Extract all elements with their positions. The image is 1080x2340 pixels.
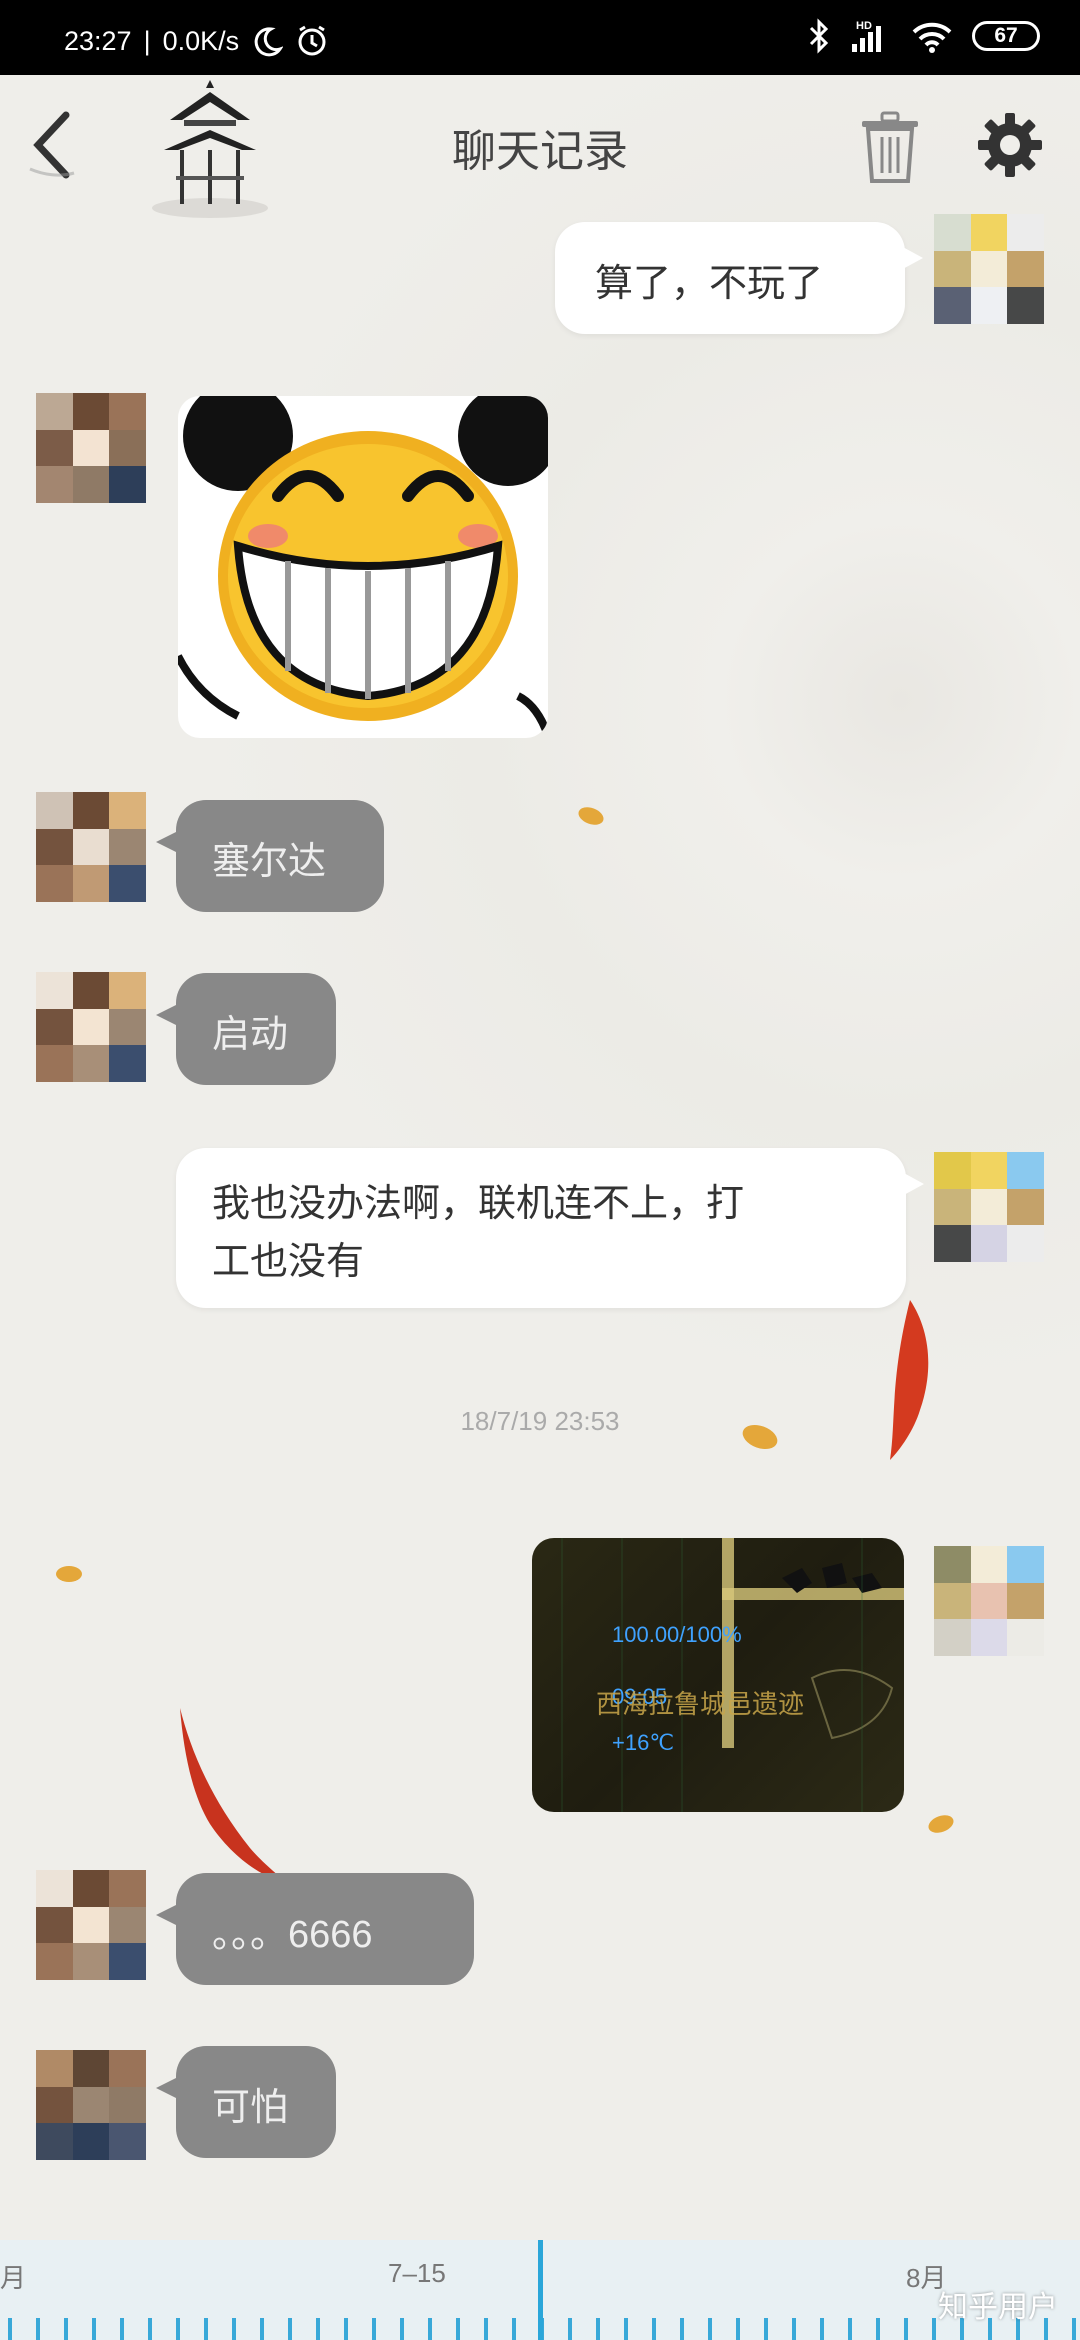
message-bubble-received[interactable]: 启动 [156,973,336,1085]
battery-indicator: 67 [972,21,1040,51]
status-left: 23:27 | 0.0K/s [64,24,329,58]
avatar-contact[interactable] [36,393,146,503]
timeline-tick [36,2318,40,2340]
timeline-tick [680,2318,684,2340]
avatar-contact[interactable] [36,972,146,1082]
game-overlay-text: 西海拉鲁城邑遗迹 [596,1690,805,1720]
timeline-tick [876,2318,880,2340]
avatar-self[interactable] [934,214,1044,324]
avatar-contact[interactable] [36,2050,146,2160]
message-text-line: 我也没办法啊，联机连不上，打 [212,1181,745,1225]
timeline-tick [120,2318,124,2340]
timeline-tick [400,2318,404,2340]
sticker-image[interactable] [178,396,548,738]
timeline-tick [932,2318,936,2340]
game-overlay-text: 100.00/100% [612,1622,742,1647]
message-bubble-received[interactable]: 塞尔达 [156,800,384,912]
message-bubble-sent[interactable]: 算了，不玩了 [555,222,923,334]
network-speed: 0.0K/s [162,25,240,56]
message-bubble-sent[interactable]: 我也没办法啊，联机连不上，打 工也没有 [176,1148,924,1308]
moon-icon [254,27,284,57]
game-screenshot-image[interactable]: 100.00/100% 09:05 西海拉鲁城邑遗迹 +16℃ [532,1538,904,1812]
avatar-self[interactable] [934,1152,1044,1262]
timeline-tick [344,2318,348,2340]
timeline-tick [652,2318,656,2340]
trash-icon [862,111,918,183]
timeline-tick [764,2318,768,2340]
timeline-tick [596,2318,600,2340]
status-bar: 23:27 | 0.0K/s HD 67 [0,0,1080,75]
timeline-tick [568,2318,572,2340]
leaf-decoration [56,1566,82,1582]
avatar-contact[interactable] [36,792,146,902]
avatar-contact[interactable] [36,1870,146,1980]
timeline-scrubber[interactable]: 月 7–15 8月 [0,2240,1080,2340]
timeline-tick [428,2318,432,2340]
timeline-tick [456,2318,460,2340]
settings-button[interactable] [976,111,1044,179]
timeline-label: 7–15 [388,2258,446,2288]
message-bubble-received[interactable]: 可怕 [156,2046,336,2158]
avatar-self[interactable] [934,1546,1044,1656]
game-map-graphic [561,1538,904,1812]
laughing-face-sticker-icon [178,396,548,738]
status-divider: | [143,25,151,56]
timeline-tick [176,2318,180,2340]
timeline-label: 月 [0,2263,27,2293]
message-text: 。。。6666 [212,1914,373,1956]
timeline-tick [736,2318,740,2340]
watermark: 知乎用户 [938,2290,1058,2325]
cellular-signal-icon: HD [852,20,881,52]
message-text: 可怕 [212,2085,289,2129]
timeline-tick [848,2318,852,2340]
timeline-tick [372,2318,376,2340]
bluetooth-icon [809,18,829,54]
timeline-tick [904,2318,908,2340]
timeline-tick [260,2318,264,2340]
timeline-tick [624,2318,628,2340]
timeline-tick [1072,2318,1076,2340]
wifi-icon [912,22,952,53]
timeline-tick [288,2318,292,2340]
timeline-tick [64,2318,68,2340]
timeline-tick [484,2318,488,2340]
message-bubble-received[interactable]: 。。。6666 [156,1873,474,1985]
header: 聊天记录 [0,75,1080,218]
status-right: HD 67 [808,18,1040,54]
message-text: 启动 [212,1012,289,1056]
timeline-tick [512,2318,516,2340]
timeline-tick [316,2318,320,2340]
timeline-tick [92,2318,96,2340]
leaf-decoration [576,804,606,828]
message-text-line: 工也没有 [212,1239,365,1283]
timeline-tick [8,2318,12,2340]
timeline-tick [232,2318,236,2340]
leaf-decoration [926,1812,956,1836]
message-text: 算了，不玩了 [595,261,824,305]
gear-icon [978,113,1042,177]
timeline-tick [148,2318,152,2340]
message-text: 塞尔达 [212,839,327,883]
delete-button[interactable] [858,111,922,185]
koi-fish-decoration [180,1708,290,1884]
timeline-tick [708,2318,712,2340]
timeline-tick [792,2318,796,2340]
timeline-cursor[interactable] [538,2240,543,2340]
timestamp-divider: 18/7/19 23:53 [460,1406,620,1436]
timeline-tick [820,2318,824,2340]
timeline-tick [204,2318,208,2340]
signal-hd-label: HD [856,20,872,32]
game-overlay-text: +16℃ [612,1730,675,1755]
alarm-icon [298,25,326,56]
status-time: 23:27 [64,25,132,56]
